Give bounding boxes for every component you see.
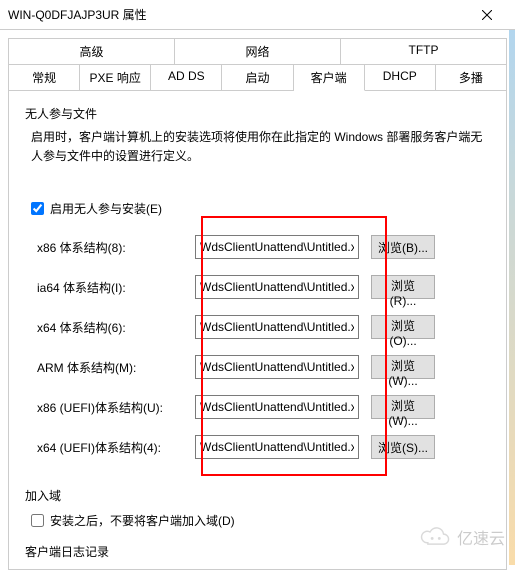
arch-input-x86[interactable]	[195, 235, 359, 259]
browse-button-x64[interactable]: 浏览(O)...	[371, 315, 435, 339]
tab-multicast[interactable]: 多播	[436, 64, 507, 91]
group-join-title: 加入域	[25, 487, 490, 504]
arch-row-ia64: ia64 体系结构(I): 浏览(R)...	[37, 267, 490, 307]
window-title: WIN-Q0DFJAJP3UR 属性	[8, 6, 467, 23]
arch-input-ia64[interactable]	[195, 275, 359, 299]
browse-button-x86uefi[interactable]: 浏览(W)...	[371, 395, 435, 419]
enable-unattend-label: 启用无人参与安装(E)	[50, 200, 162, 217]
enable-unattend-checkbox[interactable]	[31, 202, 44, 215]
join-domain-label: 安装之后，不要将客户端加入域(D)	[50, 512, 235, 529]
arch-row-x86uefi: x86 (UEFI)体系结构(U): 浏览(W)...	[37, 387, 490, 427]
group-unattend-title: 无人参与文件	[25, 105, 490, 122]
tab-content: 无人参与文件 启用时，客户端计算机上的安装选项将使用你在此指定的 Windows…	[8, 91, 507, 570]
arch-label: x86 体系结构(8):	[37, 239, 195, 256]
watermark: 亿速云	[417, 525, 505, 549]
join-domain-checkbox[interactable]	[31, 514, 44, 527]
arch-row-arm: ARM 体系结构(M): 浏览(W)...	[37, 347, 490, 387]
close-button[interactable]	[467, 0, 507, 30]
tab-general[interactable]: 常规	[8, 64, 80, 91]
tab-boot[interactable]: 启动	[222, 64, 293, 91]
browse-button-x64uefi[interactable]: 浏览(S)...	[371, 435, 435, 459]
tab-row-top: 高级 网络 TFTP	[8, 38, 507, 64]
arch-label: x64 (UEFI)体系结构(4):	[37, 439, 195, 456]
watermark-text: 亿速云	[457, 525, 505, 549]
browse-button-arm[interactable]: 浏览(W)...	[371, 355, 435, 379]
window-edge-gradient	[509, 30, 515, 565]
titlebar: WIN-Q0DFJAJP3UR 属性	[0, 0, 515, 30]
tab-advanced[interactable]: 高级	[8, 38, 175, 64]
tab-container: 高级 网络 TFTP 常规 PXE 响应 AD DS 启动 客户端 DHCP 多…	[0, 30, 515, 91]
tab-pxe[interactable]: PXE 响应	[80, 64, 151, 91]
tab-adds[interactable]: AD DS	[151, 64, 222, 91]
arch-row-x64uefi: x64 (UEFI)体系结构(4): 浏览(S)...	[37, 427, 490, 467]
architecture-table: x86 体系结构(8): 浏览(B)... ia64 体系结构(I): 浏览(R…	[37, 227, 490, 467]
arch-row-x64: x64 体系结构(6): 浏览(O)...	[37, 307, 490, 347]
tab-dhcp[interactable]: DHCP	[365, 64, 436, 91]
arch-input-arm[interactable]	[195, 355, 359, 379]
arch-label: ia64 体系结构(I):	[37, 279, 195, 296]
tab-network[interactable]: 网络	[175, 38, 341, 64]
arch-label: x64 体系结构(6):	[37, 319, 195, 336]
group-join-domain: 加入域 安装之后，不要将客户端加入域(D)	[25, 487, 490, 529]
group-unattend: 无人参与文件 启用时，客户端计算机上的安装选项将使用你在此指定的 Windows…	[25, 105, 490, 467]
group-unattend-desc: 启用时，客户端计算机上的安装选项将使用你在此指定的 Windows 部署服务客户…	[31, 128, 490, 166]
tab-row-bottom: 常规 PXE 响应 AD DS 启动 客户端 DHCP 多播	[8, 64, 507, 91]
arch-input-x86uefi[interactable]	[195, 395, 359, 419]
arch-row-x86: x86 体系结构(8): 浏览(B)...	[37, 227, 490, 267]
cloud-icon	[417, 527, 453, 547]
browse-button-x86[interactable]: 浏览(B)...	[371, 235, 435, 259]
arch-input-x64[interactable]	[195, 315, 359, 339]
arch-input-x64uefi[interactable]	[195, 435, 359, 459]
browse-button-ia64[interactable]: 浏览(R)...	[371, 275, 435, 299]
close-icon	[482, 10, 492, 20]
enable-unattend-row[interactable]: 启用无人参与安装(E)	[31, 200, 490, 217]
tab-client[interactable]: 客户端	[294, 64, 365, 91]
arch-label: ARM 体系结构(M):	[37, 359, 195, 376]
tab-tftp[interactable]: TFTP	[341, 38, 507, 64]
arch-label: x86 (UEFI)体系结构(U):	[37, 399, 195, 416]
